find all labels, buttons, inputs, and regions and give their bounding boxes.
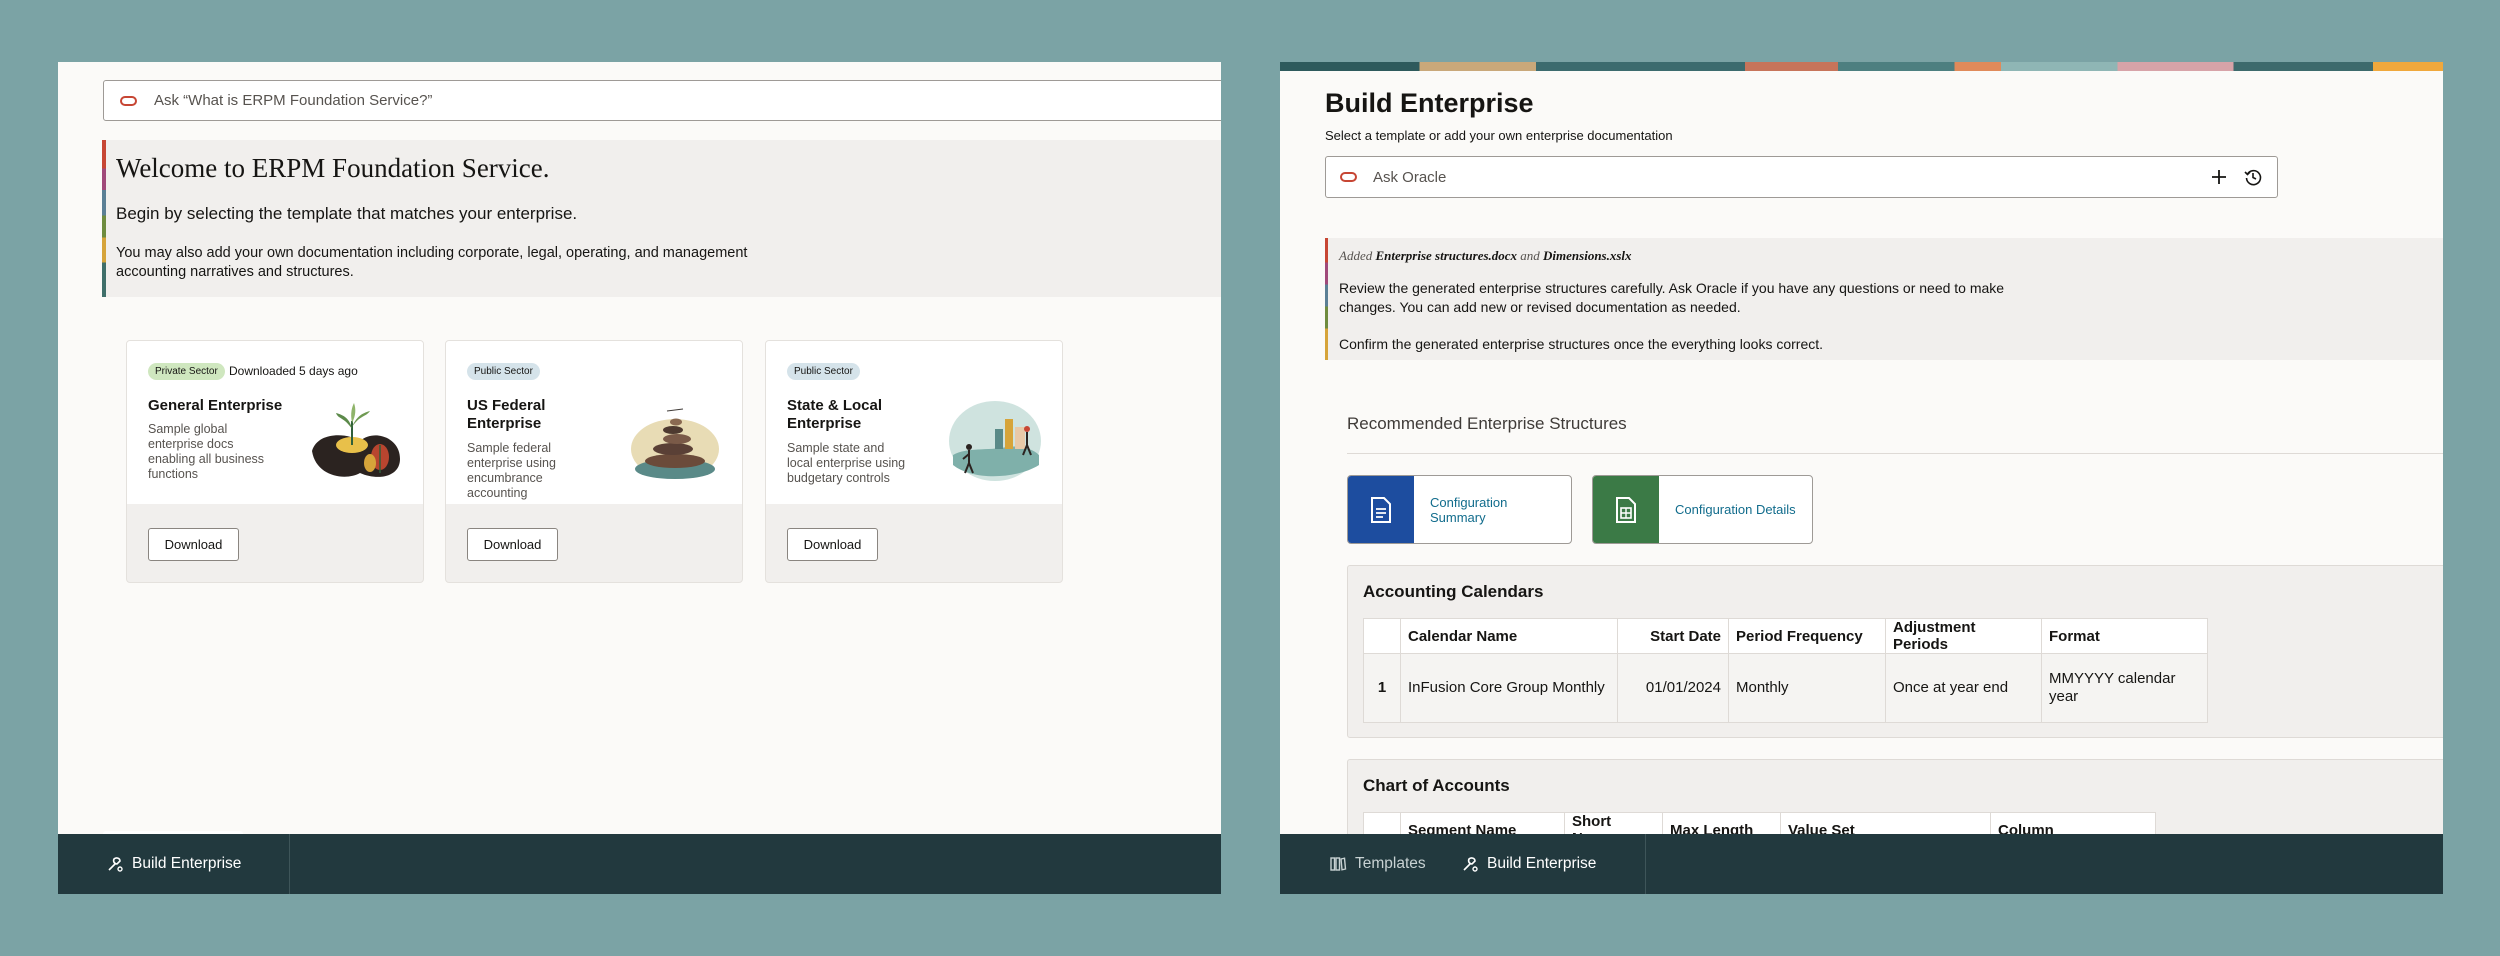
- card-title: General Enterprise: [148, 397, 283, 414]
- document-icon: [1348, 476, 1414, 543]
- sector-badge: Public Sector: [787, 363, 860, 380]
- added-files-note: Added Enterprise structures.docx and Dim…: [1339, 248, 1632, 264]
- confirm-instructions: Confirm the generated enterprise structu…: [1339, 336, 1824, 352]
- added-prefix: Added: [1339, 248, 1373, 263]
- add-icon[interactable]: [2209, 167, 2229, 187]
- configuration-summary-label: Configuration Summary: [1430, 494, 1508, 525]
- table-row[interactable]: 1 InFusion Core Group Monthly 01/01/2024…: [1363, 653, 2208, 723]
- build-enterprise-window: Build Enterprise Select a template or ad…: [1280, 62, 2443, 894]
- sector-badge: Public Sector: [467, 363, 540, 380]
- recommended-structures-heading: Recommended Enterprise Structures: [1347, 414, 1627, 433]
- row-number-header: [1363, 618, 1401, 654]
- city-people-illustration: [949, 401, 1041, 481]
- welcome-title: Welcome to ERPM Foundation Service.: [116, 153, 550, 183]
- added-conjunction: and: [1520, 248, 1540, 263]
- period-frequency-cell: Monthly: [1728, 653, 1886, 723]
- calendar-name-cell: InFusion Core Group Monthly: [1400, 653, 1618, 723]
- card-title: US Federal Enterprise: [467, 397, 546, 432]
- decorative-banner: [1280, 62, 2443, 71]
- card-content: Private Sector Downloaded 5 days ago Gen…: [127, 341, 423, 504]
- ask-oracle-placeholder: Ask “What is ERPM Foundation Service?”: [154, 92, 433, 109]
- row-number: 1: [1363, 653, 1401, 723]
- erpm-welcome-window: Ask “What is ERPM Foundation Service?” W…: [58, 62, 1221, 894]
- added-file-1: Enterprise structures.docx: [1375, 248, 1518, 263]
- divider: [1347, 453, 2443, 454]
- welcome-subtitle: Begin by selecting the template that mat…: [116, 204, 578, 223]
- download-button[interactable]: Download: [148, 528, 239, 561]
- page-subtitle: Select a template or add your own enterp…: [1325, 128, 1673, 143]
- bottom-nav: Build Enterprise: [58, 834, 1221, 894]
- column-header: Calendar Name: [1400, 618, 1618, 654]
- configuration-details-card[interactable]: Configuration Details: [1592, 475, 1813, 544]
- history-icon[interactable]: [2243, 167, 2263, 187]
- configuration-details-label: Configuration Details: [1675, 502, 1796, 517]
- generation-notice: Added Enterprise structures.docx and Dim…: [1325, 238, 2443, 360]
- nav-divider: [1645, 834, 1646, 894]
- template-card-state-local-enterprise[interactable]: Public Sector State & Local Enterprise S…: [765, 340, 1063, 583]
- template-card-general-enterprise[interactable]: Private Sector Downloaded 5 days ago Gen…: [126, 340, 424, 583]
- accounting-calendars-table: Calendar Name Start Date Period Frequenc…: [1363, 618, 2208, 723]
- nav-build-enterprise-label: Build Enterprise: [132, 855, 242, 872]
- build-tools-icon: [1463, 857, 1478, 872]
- table-header-row: Calendar Name Start Date Period Frequenc…: [1363, 618, 2208, 654]
- section-title: Accounting Calendars: [1363, 582, 1544, 601]
- card-description: Sample state and local enterprise using …: [787, 441, 906, 485]
- oracle-icon: [120, 95, 137, 106]
- accent-stripe: [1325, 238, 1328, 360]
- download-button[interactable]: Download: [787, 528, 878, 561]
- nav-divider: [289, 834, 290, 894]
- library-icon: [1330, 857, 1347, 871]
- card-content: Public Sector US Federal Enterprise Samp…: [446, 341, 742, 504]
- download-button[interactable]: Download: [467, 528, 558, 561]
- configuration-summary-card[interactable]: Configuration Summary: [1347, 475, 1572, 544]
- card-description: Sample federal enterprise using encumbra…: [467, 441, 556, 500]
- review-instructions: Review the generated enterprise structur…: [1339, 280, 2005, 315]
- welcome-body: You may also add your own documentation …: [116, 245, 748, 280]
- ask-oracle-input[interactable]: Ask “What is ERPM Foundation Service?”: [103, 80, 1221, 121]
- nav-templates[interactable]: Templates: [1329, 834, 1426, 894]
- adjustment-periods-cell: Once at year end: [1885, 653, 2042, 723]
- accent-stripe: [102, 140, 106, 297]
- download-status: Downloaded 5 days ago: [229, 364, 358, 378]
- card-title: State & Local Enterprise: [787, 397, 883, 432]
- column-header: Period Frequency: [1728, 618, 1886, 654]
- column-header: Start Date: [1617, 618, 1729, 654]
- column-header: Adjustment Periods: [1885, 618, 2042, 654]
- build-tools-icon: [108, 857, 123, 872]
- section-title: Chart of Accounts: [1363, 776, 1510, 795]
- accounting-calendars-section: Accounting Calendars Calendar Name Start…: [1347, 565, 2443, 738]
- template-card-us-federal-enterprise[interactable]: Public Sector US Federal Enterprise Samp…: [445, 340, 743, 583]
- start-date-cell: 01/01/2024: [1617, 653, 1729, 723]
- nav-templates-label: Templates: [1355, 855, 1426, 872]
- bottom-nav: Templates Build Enterprise: [1280, 834, 2443, 894]
- oracle-icon: [1340, 172, 1357, 182]
- page-title: Build Enterprise: [1325, 88, 1534, 118]
- nav-build-enterprise[interactable]: Build Enterprise: [106, 834, 241, 894]
- sector-badge: Private Sector: [148, 363, 225, 380]
- welcome-message: Welcome to ERPM Foundation Service. Begi…: [102, 140, 1221, 297]
- ask-oracle-input[interactable]: Ask Oracle: [1325, 156, 2278, 198]
- nav-build-enterprise[interactable]: Build Enterprise: [1461, 834, 1596, 894]
- plant-illustration: [312, 403, 400, 477]
- format-cell: MMYYYY calendar year: [2041, 653, 2208, 723]
- ask-oracle-placeholder: Ask Oracle: [1373, 168, 1447, 186]
- added-file-2: Dimensions.xslx: [1543, 248, 1632, 263]
- stacked-stones-illustration: [631, 408, 719, 479]
- nav-build-enterprise-label: Build Enterprise: [1487, 855, 1597, 872]
- card-description: Sample global enterprise docs enabling a…: [148, 422, 265, 481]
- column-header: Format: [2041, 618, 2208, 654]
- card-content: Public Sector State & Local Enterprise S…: [766, 341, 1062, 504]
- spreadsheet-icon: [1593, 476, 1659, 543]
